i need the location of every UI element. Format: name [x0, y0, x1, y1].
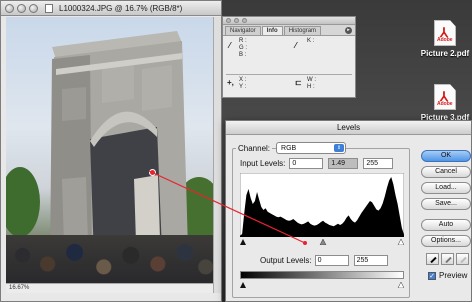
y-label: Y :	[239, 84, 247, 90]
preview-row: ✓ Preview	[428, 271, 467, 280]
eyedropper-group	[426, 253, 469, 265]
gamma-slider[interactable]	[319, 238, 327, 245]
pdf-file-icon: ⅄ Adobe	[434, 84, 456, 110]
output-levels-label: Output Levels:	[260, 256, 312, 265]
input-gamma-field[interactable]: 1.49	[328, 158, 359, 169]
k-label: K :	[307, 38, 315, 44]
palette-close-button[interactable]	[226, 18, 231, 23]
document-title: L1000324.JPG @ 16.7% (RGB/8*)	[59, 3, 183, 13]
tab-navigator[interactable]: Navigator	[225, 26, 261, 35]
palette-tabs: Navigator Info Histogram ▸	[223, 25, 355, 36]
white-point-slider[interactable]	[397, 238, 404, 245]
levels-dialog: Levels Channel: RGB ⇕ Input Levels: 0 1.…	[225, 120, 472, 302]
h-label: H :	[307, 84, 315, 90]
image-document-window: L1000324.JPG @ 16.7% (RGB/8*) 16.67%	[0, 0, 222, 302]
washington-square-arch	[50, 31, 188, 263]
color-sample-point[interactable]	[149, 169, 156, 176]
eyedropper-icon: ⁄	[295, 41, 297, 50]
document-titlebar[interactable]: L1000324.JPG @ 16.7% (RGB/8*)	[1, 1, 221, 16]
black-eyedropper-icon[interactable]	[426, 253, 439, 265]
image-canvas[interactable]: 16.67%	[6, 17, 214, 293]
levels-dialog-title: Levels	[226, 121, 471, 135]
selection-size-icon: ⊏	[295, 78, 302, 87]
tab-info[interactable]: Info	[261, 26, 283, 35]
channel-label: Channel:	[236, 143, 273, 153]
preview-label: Preview	[439, 271, 468, 280]
x-label: X :	[239, 77, 247, 83]
xy-labels: X : Y :	[239, 77, 246, 91]
load-button[interactable]: Load...	[421, 182, 471, 194]
info-readouts: ⁄ R : G : B : ⁄ K : +, X : Y : ⊏ W : H :	[223, 36, 355, 96]
preview-checkbox[interactable]: ✓	[428, 271, 436, 280]
output-black-slider[interactable]	[240, 282, 246, 288]
cancel-button[interactable]: Cancel	[421, 166, 471, 178]
black-point-slider[interactable]	[240, 239, 246, 245]
document-proxy-icon[interactable]	[45, 3, 53, 13]
desktop-file-label: Picture 2.pdf	[420, 49, 470, 58]
rgb-labels: R : G : B :	[239, 38, 247, 59]
wh-labels: W : H :	[307, 77, 316, 91]
cmyk-readout: ⁄	[295, 42, 300, 51]
input-slider[interactable]	[240, 237, 404, 245]
g-label: G :	[239, 45, 248, 51]
output-gradient	[240, 271, 404, 279]
desktop-file-picture-2[interactable]: ⅄ Adobe Picture 2.pdf	[410, 20, 472, 58]
input-black-field[interactable]: 0	[289, 158, 324, 169]
histogram-graph	[240, 173, 404, 237]
vertical-scrollbar[interactable]	[213, 17, 221, 293]
tab-histogram[interactable]: Histogram	[283, 26, 322, 35]
output-levels-row: Output Levels: 0 255	[260, 255, 388, 266]
save-button[interactable]: Save...	[421, 198, 471, 210]
palette-titlebar[interactable]	[223, 17, 355, 25]
input-white-field[interactable]: 255	[363, 158, 394, 169]
output-slider[interactable]	[240, 280, 404, 288]
channel-select[interactable]: RGB ⇕	[276, 142, 347, 154]
ok-button[interactable]: OK	[421, 150, 471, 162]
white-eyedropper-icon[interactable]	[456, 253, 469, 265]
w-label: W :	[307, 77, 316, 83]
zoom-status[interactable]: 16.67%	[6, 283, 214, 293]
pdf-file-icon: ⅄ Adobe	[434, 20, 456, 46]
auto-button[interactable]: Auto	[421, 219, 471, 231]
b-label: B :	[239, 52, 247, 58]
rgb-readout: ⁄	[229, 42, 234, 51]
r-label: R :	[239, 38, 247, 44]
palette-menu-icon[interactable]: ▸	[345, 27, 352, 34]
info-divider	[226, 74, 352, 75]
minimize-window-button[interactable]	[17, 3, 26, 13]
channel-row: Channel: RGB ⇕	[236, 142, 347, 154]
input-levels-row: Input Levels: 0 1.49 255	[240, 158, 394, 169]
options-button[interactable]: Options...	[421, 235, 471, 247]
tree-left	[6, 167, 40, 237]
close-window-button[interactable]	[5, 3, 14, 13]
output-black-field[interactable]: 0	[314, 255, 349, 266]
crosshair-icon: +,	[227, 78, 234, 87]
desktop-file-picture-3[interactable]: ⅄ Adobe Picture 3.pdf	[410, 84, 472, 122]
output-white-field[interactable]: 255	[353, 255, 388, 266]
palette-minimize-button[interactable]	[234, 18, 239, 23]
palette-zoom-button[interactable]	[242, 18, 247, 23]
info-palette: Navigator Info Histogram ▸ ⁄ R : G : B :…	[222, 16, 356, 98]
input-levels-label: Input Levels:	[240, 159, 286, 168]
zoom-window-button[interactable]	[29, 3, 38, 13]
gray-eyedropper-icon[interactable]	[441, 253, 454, 265]
popup-arrows-icon: ⇕	[334, 144, 345, 152]
output-white-slider[interactable]	[397, 281, 404, 288]
channel-value: RGB	[281, 144, 297, 152]
eyedropper-icon: ⁄	[229, 41, 231, 50]
